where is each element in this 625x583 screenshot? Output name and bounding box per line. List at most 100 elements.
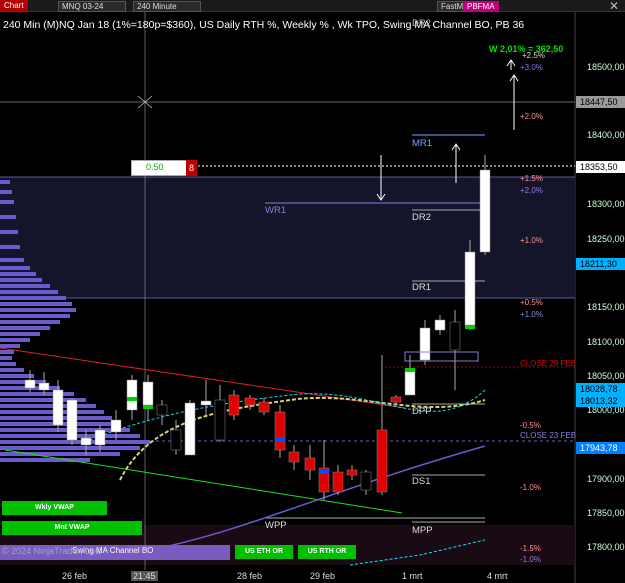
tpo-bar-13	[0, 302, 72, 306]
candle-body-17	[274, 411, 286, 451]
candle-body-5	[94, 429, 106, 446]
tpo-bar-9	[0, 278, 42, 282]
us-rth-or-button[interactable]: US RTH OR	[298, 545, 356, 559]
order-count-badge[interactable]: 8	[186, 160, 197, 176]
level-close-29-feb: CLOSE 29 FEB	[520, 359, 577, 368]
level-mr1: MR1	[412, 138, 433, 149]
price-tick: 18050,00	[587, 371, 625, 381]
level-dr2-top: DR2	[412, 18, 432, 29]
candle-body-14	[228, 394, 240, 416]
tpo-bar-24	[0, 368, 24, 372]
date-tick: 4 mrt	[487, 571, 508, 581]
tpo-bar-17	[0, 326, 50, 330]
candle-body-18	[288, 451, 300, 463]
pct-minus-1-5: -1.5%	[520, 544, 541, 553]
pct-plus-3-0: +3.0%	[520, 63, 543, 72]
tpo-bar-8	[0, 272, 36, 276]
candle-body-21	[332, 471, 344, 493]
pct-minus-1-0: -1.0%	[520, 483, 541, 492]
copyright-notice: © 2024 NinjaTrader, LLC	[2, 546, 102, 556]
pct-plus-1-5: +1.5%	[520, 174, 543, 183]
tpo-bar-22	[0, 356, 12, 360]
mnt-vwap-button[interactable]: Mnt VWAP	[2, 521, 142, 535]
candle-body-19	[304, 457, 316, 471]
price-badge: 18447,50	[576, 96, 625, 108]
candle-body-10	[170, 429, 182, 451]
tpo-bar-14	[0, 308, 76, 312]
us-eth-or-button[interactable]: US ETH OR	[235, 545, 293, 559]
candle-body-12	[200, 400, 212, 406]
level-dr1: DR1	[412, 282, 432, 293]
pct-plus-0-5: +0.5%	[520, 298, 543, 307]
candle-body-9	[156, 404, 168, 416]
tpo-bar-11	[0, 290, 58, 294]
candle-body-0	[24, 379, 36, 389]
instrument-selector[interactable]: MNQ 03-24	[58, 1, 126, 12]
date-tick: 26 feb	[62, 571, 88, 581]
signal-marker-4	[465, 325, 475, 329]
pbfma-button[interactable]: PBFMA	[463, 1, 499, 12]
candle-body-7	[126, 379, 138, 411]
level-ds1: DS1	[412, 476, 431, 487]
pct-plus-2-0-b: +2.0%	[520, 186, 543, 195]
signal-marker-0	[127, 397, 137, 401]
tpo-bar-34	[0, 428, 130, 432]
tpo-bar-36	[0, 440, 150, 444]
tpo-bar-20	[0, 344, 20, 348]
tpo-bar-16	[0, 320, 60, 324]
price-badge: 18211,30	[576, 258, 625, 270]
tpo-bar-6	[0, 258, 24, 262]
candle-body-23	[360, 471, 372, 491]
pct-plus-2-5: +2.5%	[522, 51, 545, 60]
pct-minus-0-5: -0.5%	[520, 421, 541, 430]
candle-body-30	[464, 251, 476, 326]
interval-selector[interactable]: 240 Minute	[133, 1, 201, 12]
chart-tab[interactable]: Chart	[0, 0, 28, 12]
pct-minus-1-0-b: -1.0%	[520, 555, 541, 564]
level-dr2: DR2	[412, 212, 432, 223]
candle-body-1	[38, 382, 50, 391]
candle-body-25	[390, 396, 402, 403]
candle-body-24	[376, 429, 388, 493]
candle-body-28	[434, 319, 446, 331]
level-close-23-feb: CLOSE 23 FEB	[520, 431, 577, 440]
price-tick: 18300,00	[587, 199, 625, 209]
tpo-bar-23	[0, 362, 16, 366]
order-quantity-box[interactable]: 0.50	[131, 160, 189, 176]
price-chart[interactable]	[0, 0, 625, 583]
candle-body-13	[214, 399, 226, 441]
signal-marker-2	[319, 470, 329, 474]
price-badge: 18028,78	[576, 383, 625, 395]
tpo-bar-3	[0, 215, 16, 219]
pct-plus-1-0-a: +1.0%	[520, 236, 543, 245]
tpo-bar-12	[0, 296, 66, 300]
level-mpp: MPP	[412, 525, 433, 536]
level-wpp: WPP	[265, 520, 287, 531]
tpo-bar-18	[0, 332, 40, 336]
tpo-bar-37	[0, 446, 140, 450]
candle-body-8	[142, 381, 154, 406]
tpo-bar-15	[0, 314, 70, 318]
candle-body-15	[244, 397, 256, 406]
price-tick: 17900,00	[587, 474, 625, 484]
price-badge: 18013,32	[576, 395, 625, 407]
order-quantity: 0.50	[146, 162, 164, 172]
price-tick: 18500,00	[587, 62, 625, 72]
tpo-bar-10	[0, 284, 50, 288]
candle-body-26	[404, 369, 416, 396]
close-icon[interactable]: ✕	[609, 0, 619, 13]
price-tick: 18150,00	[587, 302, 625, 312]
level-wr1: WR1	[265, 205, 287, 216]
candle-body-27	[419, 327, 431, 361]
candle-body-22	[346, 469, 358, 476]
chart-toolbar: Chart MNQ 03-24 240 Minute FastMA PBFMA …	[0, 0, 625, 13]
signal-marker-5	[143, 405, 153, 409]
wkly-vwap-button[interactable]: Wkly VWAP	[2, 501, 107, 515]
price-tick: 17850,00	[587, 508, 625, 518]
price-tick: 18400,00	[587, 130, 625, 140]
candle-body-4	[80, 437, 92, 446]
tpo-bar-7	[0, 266, 30, 270]
price-tick: 17800,00	[587, 542, 625, 552]
tpo-bar-1	[0, 190, 12, 194]
tpo-bar-4	[0, 230, 18, 234]
